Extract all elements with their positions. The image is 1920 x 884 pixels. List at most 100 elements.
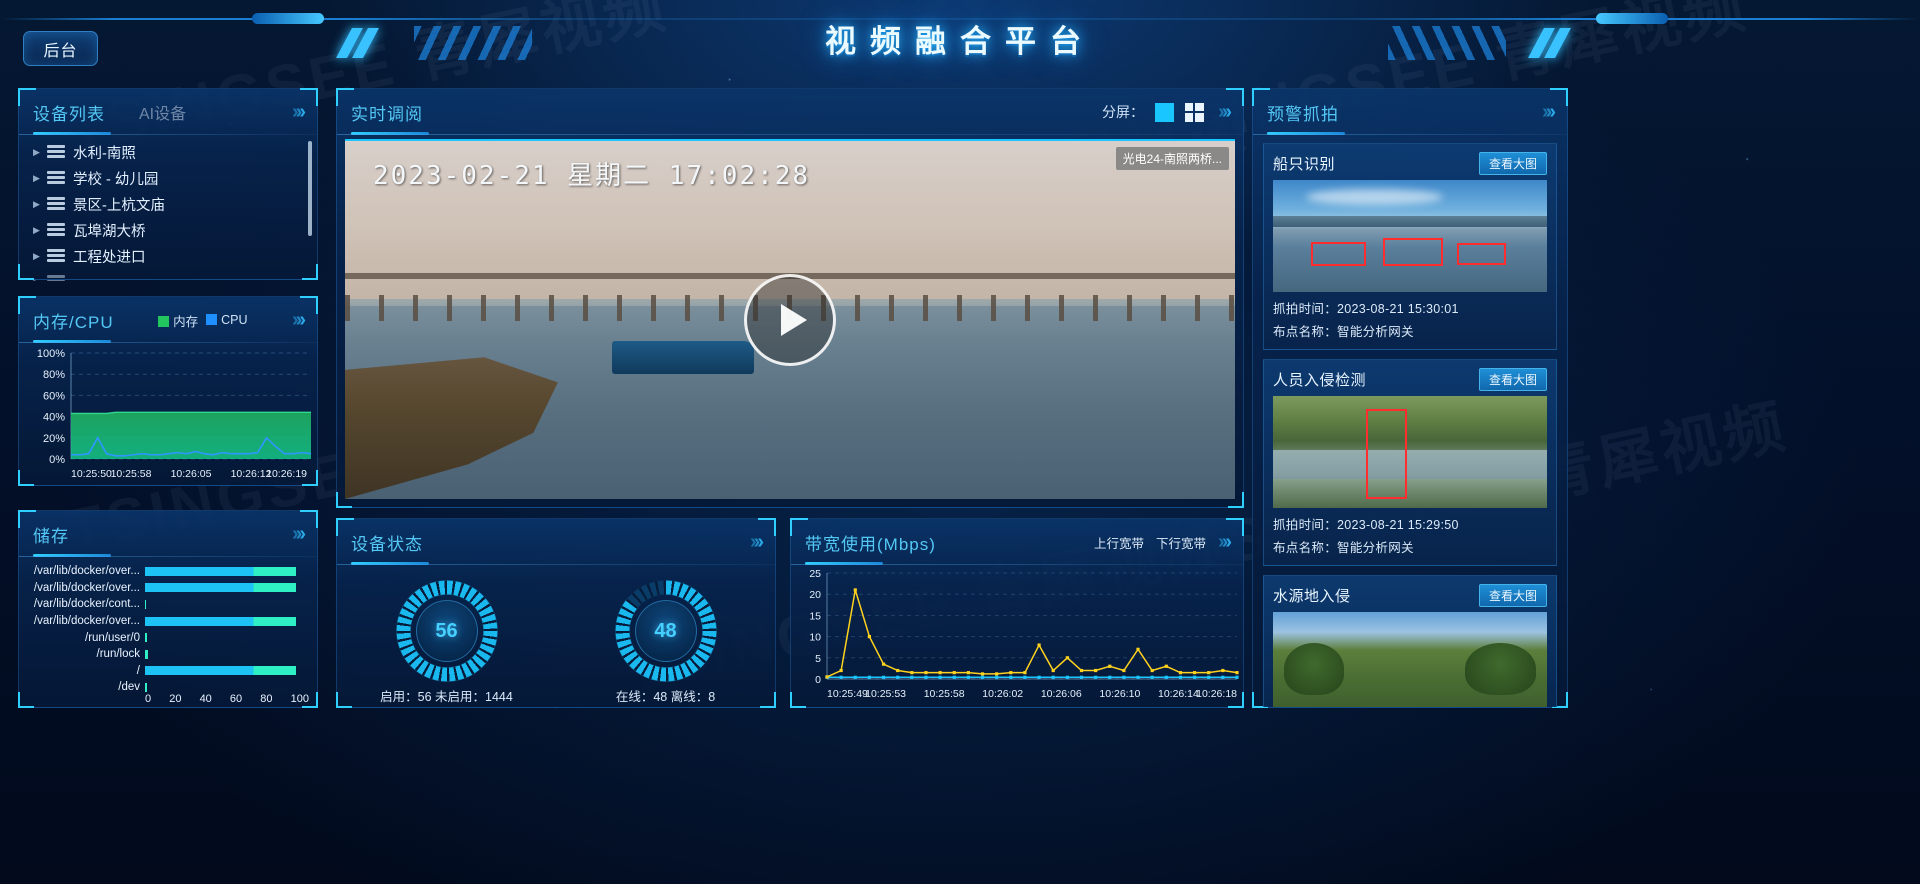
device-status-title: 设备状态 <box>351 534 423 554</box>
view-large-button[interactable]: 查看大图 <box>1478 367 1547 391</box>
axis-tick: 80 <box>260 693 273 705</box>
storage-track <box>145 599 309 609</box>
server-icon <box>47 197 65 211</box>
alert-card-header: 水源地入侵 查看大图 <box>1273 583 1547 607</box>
chevron-right-icon[interactable]: ▶ <box>33 199 47 210</box>
memory-cpu-panel: 内存/CPU 内存 CPU › › › 0% 20% 40% 60% 80% 100% 10:2… <box>18 296 318 486</box>
storage-track <box>145 583 309 593</box>
storage-label: /dev <box>118 681 140 694</box>
svg-text:0: 0 <box>815 674 821 686</box>
live-view-more-icon[interactable]: › › › <box>1218 101 1232 124</box>
device-list-more-icon[interactable]: › › › <box>292 101 306 124</box>
alert-type: 人员入侵检测 <box>1273 371 1367 389</box>
svg-text:10:26:10: 10:26:10 <box>1099 688 1140 700</box>
svg-text:10:25:58: 10:25:58 <box>111 468 152 480</box>
storage-more-icon[interactable]: › › › <box>292 523 306 546</box>
split-2x2-icon[interactable] <box>1184 102 1204 122</box>
gauge-ring: 48 <box>613 579 718 683</box>
alert-card[interactable]: 人员入侵检测 查看大图 抓拍时间：2023-08-21 15:29:50 布点名… <box>1263 359 1557 566</box>
device-status-header: 设备状态 › › › <box>337 519 775 565</box>
memory-cpu-more-icon[interactable]: › › › <box>292 309 306 332</box>
storage-panel: 储存 › › › /var/lib/docker/over.../var/lib/d… <box>18 510 318 708</box>
storage-bars: /var/lib/docker/over... /var/lib/docker/o… <box>19 563 309 693</box>
device-status-gauges: 56 启用：56 未启用：1444 48 在线：48 离线：8 <box>337 565 775 707</box>
storage-row: /var/lib/docker/cont... <box>19 596 309 613</box>
detection-box <box>1311 241 1367 267</box>
chevron-right-icon[interactable]: ▶ <box>33 225 47 236</box>
video-player[interactable]: 2023-02-21 星期二 17:02:28 光电24-南照两桥... <box>345 139 1235 499</box>
device-list-header: 设备列表 AI设备 › › › <box>19 89 317 135</box>
storage-track <box>145 616 309 626</box>
storage-header: 储存 › › › <box>19 511 317 557</box>
server-icon <box>47 145 65 159</box>
storage-label: /run/lock <box>96 648 140 661</box>
storage-x-axis: 0 20 40 60 80 100 <box>145 693 309 705</box>
legend-item-memory: 内存 <box>158 311 198 330</box>
alert-card-header: 人员入侵检测 查看大图 <box>1273 367 1547 391</box>
bandwidth-more-icon[interactable]: › › › <box>1218 531 1232 554</box>
hill <box>1273 215 1547 228</box>
device-name: 水利-南照 <box>73 145 136 162</box>
list-item[interactable]: ▶ 瓦埠湖大桥 <box>19 217 317 243</box>
alert-site: 布点名称：智能分析网关 <box>1273 325 1414 339</box>
list-item[interactable]: ▶ 学校 - 幼儿园 <box>19 165 317 191</box>
device-status-more-icon[interactable]: › › › <box>750 531 764 554</box>
view-large-button[interactable]: 查看大图 <box>1478 151 1547 175</box>
storage-bar <box>145 599 147 609</box>
video-boat <box>612 341 755 374</box>
back-button[interactable]: 后台 <box>23 31 98 66</box>
alert-snapshot[interactable] <box>1273 180 1547 292</box>
list-item[interactable]: ▶ 水利-南照 <box>19 139 317 165</box>
alert-card[interactable]: 船只识别 查看大图 抓拍时间：2023-08-21 15:30:01 布点名称：… <box>1263 143 1557 350</box>
svg-text:10:25:49: 10:25:49 <box>827 688 868 700</box>
list-item[interactable]: ▶ 工程处进口 <box>19 243 317 269</box>
axis-tick: 0 <box>145 693 152 705</box>
device-list-scrollbar[interactable] <box>308 141 312 236</box>
chevron-right-icon[interactable]: ▶ <box>33 277 47 282</box>
alert-snapshot[interactable] <box>1273 396 1547 508</box>
storage-label: /var/lib/docker/over... <box>33 615 140 628</box>
svg-text:10:25:58: 10:25:58 <box>924 688 965 700</box>
svg-text:5: 5 <box>815 653 821 665</box>
chevron-right-icon[interactable]: ▶ <box>33 173 47 184</box>
axis-tick: 100 <box>290 693 309 705</box>
alert-time: 抓拍时间：2023-08-21 15:30:01 <box>1273 302 1459 316</box>
split-1x1-icon[interactable] <box>1154 102 1174 122</box>
memory-cpu-title: 内存/CPU <box>33 312 114 332</box>
view-large-button[interactable]: 查看大图 <box>1478 583 1547 607</box>
tab-ai-devices[interactable]: AI设备 <box>139 100 186 124</box>
alerts-header: 预警抓拍 › › › <box>1253 89 1567 135</box>
svg-text:10:26:18: 10:26:18 <box>1196 688 1237 700</box>
storage-label: /run/user/0 <box>85 631 140 644</box>
storage-row: / <box>19 663 309 680</box>
alert-type: 船只识别 <box>1273 155 1336 173</box>
device-name: 瓦埠湖大桥 <box>73 223 146 240</box>
gauge-online: 48 在线：48 离线：8 <box>556 565 775 707</box>
device-status-panel: 设备状态 › › › 56 启用：56 未启用：1444 48 在线：48 离线… <box>336 518 776 708</box>
alert-card[interactable]: 水源地入侵 查看大图 <box>1263 575 1557 707</box>
storage-track <box>145 682 309 692</box>
alerts-title: 预警抓拍 <box>1267 104 1339 124</box>
memory-cpu-header: 内存/CPU 内存 CPU › › › <box>19 297 317 343</box>
bandwidth-header: 带宽使用(Mbps) 上行宽带 下行宽带 › › › <box>791 519 1243 565</box>
bandwidth-title: 带宽使用(Mbps) <box>805 534 936 554</box>
server-icon <box>47 249 65 263</box>
device-list-body[interactable]: ▶ 水利-南照 ▶ 学校 - 幼儿园 ▶ 景区-上杭文庙 ▶ 瓦埠湖大桥 ▶ 工… <box>19 135 317 281</box>
cloud <box>1305 188 1443 205</box>
page-title: 视频融合平台 <box>825 24 1095 59</box>
list-item[interactable]: ▶ 景区-上杭文庙 <box>19 191 317 217</box>
chevron-right-icon[interactable]: ▶ <box>33 147 47 158</box>
storage-label: /var/lib/docker/over... <box>33 565 140 578</box>
storage-row: /var/lib/docker/over... <box>19 563 309 580</box>
memory-cpu-svg: 0% 20% 40% 60% 80% 100% 10:25:5010:25:58 10:26:… <box>37 348 312 480</box>
chevron-right-icon[interactable]: ▶ <box>33 251 47 262</box>
legend-item-cpu: CPU <box>206 313 248 327</box>
alerts-list[interactable]: 船只识别 查看大图 抓拍时间：2023-08-21 15:30:01 布点名称：… <box>1253 135 1567 707</box>
alert-snapshot[interactable] <box>1273 612 1547 707</box>
snapshot-scene <box>1273 612 1547 707</box>
memory-cpu-chart: 0% 20% 40% 60% 80% 100% 10:25:50 10:25:58 10:26:… <box>19 343 317 485</box>
play-button[interactable] <box>744 274 836 366</box>
list-item[interactable]: ▶ <box>19 269 317 281</box>
alerts-more-icon[interactable]: › › › <box>1542 101 1556 124</box>
detection-box <box>1456 242 1506 266</box>
